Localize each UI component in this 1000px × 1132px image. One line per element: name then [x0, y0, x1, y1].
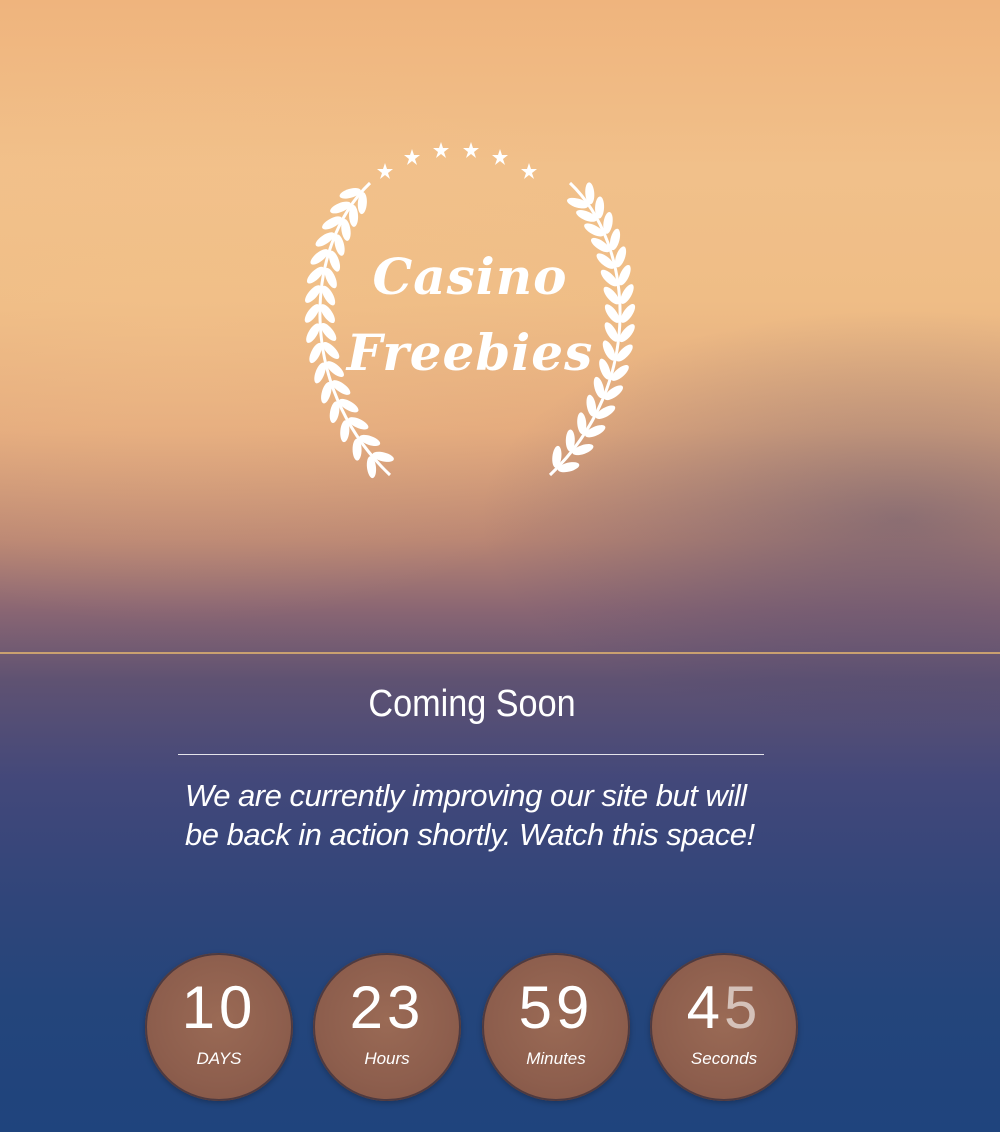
top-divider	[0, 652, 1000, 654]
laurel-leaf-icon	[572, 444, 594, 456]
countdown-minutes: 59 Minutes	[482, 953, 630, 1101]
laurel-leaf-icon	[330, 201, 351, 214]
countdown-seconds: 45 Seconds	[650, 953, 798, 1101]
star-icon	[377, 142, 537, 179]
days-label: DAYS	[196, 1049, 242, 1068]
laurel-leaf-icon	[372, 451, 394, 462]
countdown-days: 10 DAYS	[145, 953, 293, 1101]
page-title: Coming Soon	[368, 683, 576, 725]
logo-line2: Freebies	[346, 323, 594, 382]
days-value: 10	[181, 974, 257, 1041]
laurel-leaf-icon	[359, 434, 381, 447]
laurel-leaf-icon	[557, 462, 580, 473]
hours-label: Hours	[364, 1049, 410, 1068]
laurel-wreath-icon	[304, 142, 636, 479]
seconds-digit-first: 4	[686, 974, 724, 1041]
title-divider	[178, 754, 764, 755]
seconds-value: 45	[650, 975, 798, 1041]
laurel-logo: Casino Freebies	[275, 135, 665, 485]
status-message: We are currently improving our site but …	[185, 778, 755, 852]
seconds-digit-second: 5	[724, 974, 762, 1041]
laurel-leaf-icon	[576, 210, 597, 222]
seconds-label: Seconds	[690, 1049, 758, 1068]
minutes-value: 59	[518, 974, 594, 1041]
minutes-label: Minutes	[526, 1049, 586, 1068]
laurel-leaf-icon	[339, 188, 361, 199]
hours-value: 23	[349, 974, 425, 1041]
laurel-leaf-icon	[567, 197, 589, 209]
countdown-hours: 23 Hours	[313, 953, 461, 1101]
logo-line1: Casino	[372, 247, 568, 306]
